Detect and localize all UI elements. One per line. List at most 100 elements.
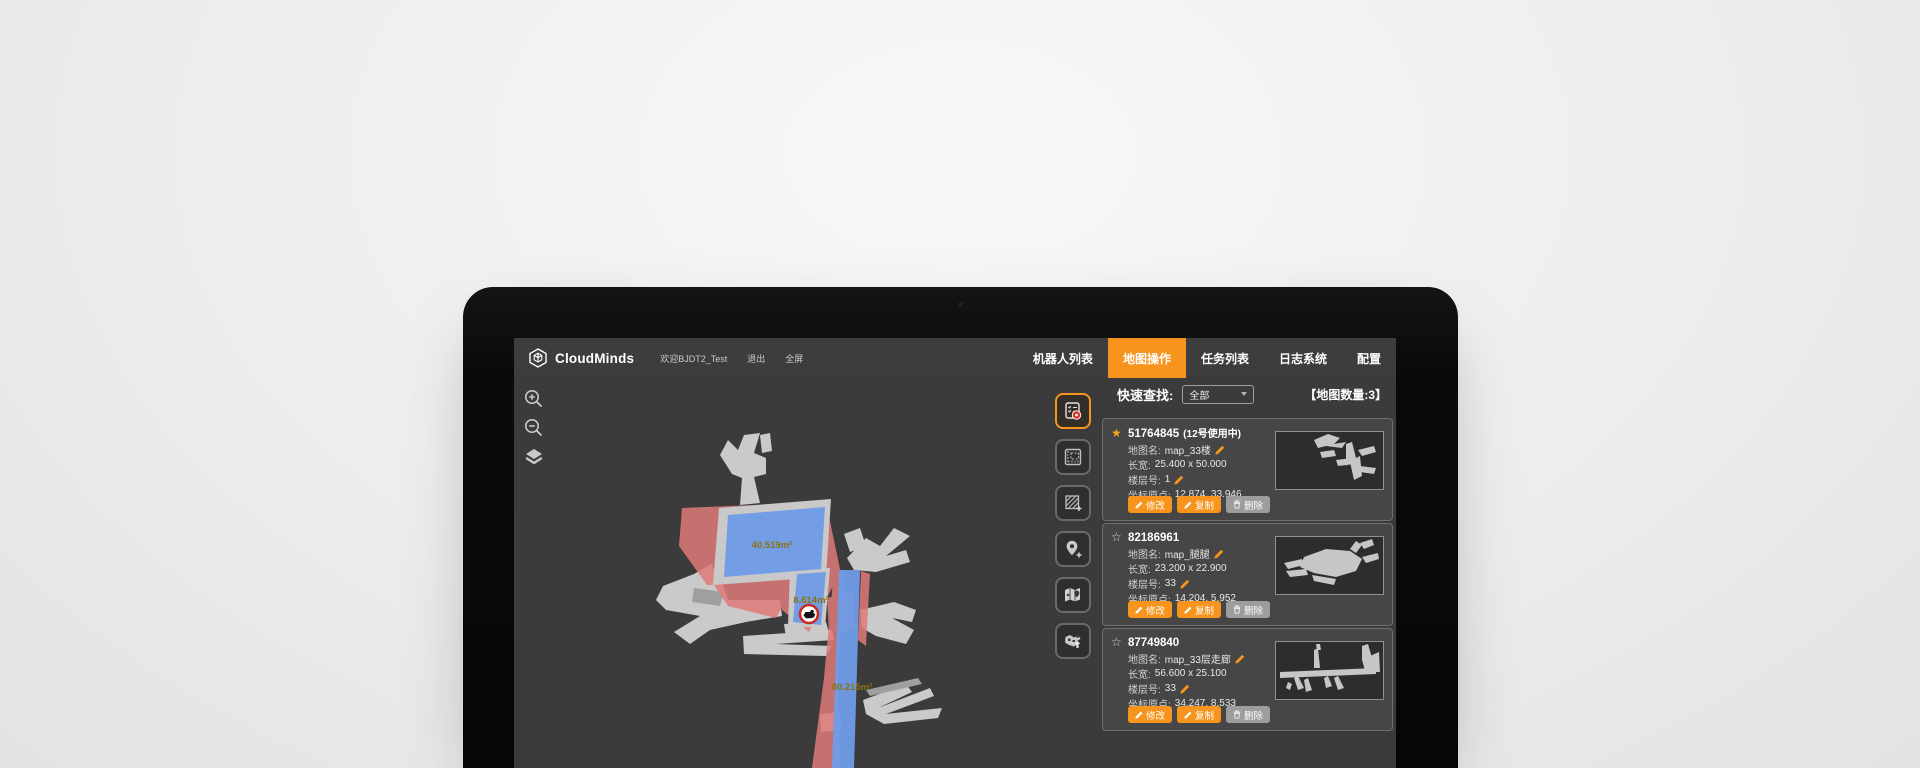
delete-map-button[interactable]: 删除 [1226, 601, 1270, 618]
trash-icon [1233, 710, 1241, 719]
floor-value: 1 [1165, 474, 1171, 485]
edit-map-button[interactable]: 修改 [1128, 496, 1172, 513]
copy-map-button[interactable]: 复制 [1177, 496, 1221, 513]
measure-area-icon [1062, 446, 1084, 468]
quick-search-label: 快速查找: [1117, 385, 1173, 404]
tool-measure-area[interactable] [1055, 439, 1091, 475]
laptop-frame: CloudMinds 欢迎BJDT2_Test 退出 全屏 机器人列表 地图操作… [463, 287, 1458, 768]
tool-map-marker[interactable] [1055, 577, 1091, 613]
edit-pencil-icon[interactable] [1174, 475, 1184, 485]
add-point-icon [1062, 538, 1084, 560]
navbar-spacer [803, 338, 1018, 378]
field-label-name: 地图名: [1128, 546, 1161, 561]
field-label-floor: 楼层号: [1128, 576, 1161, 591]
webcam-dot [958, 302, 963, 307]
field-label-name: 地图名: [1128, 651, 1161, 666]
map-name-value: map_腿腿 [1165, 546, 1210, 561]
robot-map[interactable]: 40.519m² 8.614m² 80.215m² [514, 378, 1100, 768]
favorite-star-icon[interactable]: ☆ [1111, 635, 1128, 649]
delete-map-button[interactable]: 删除 [1226, 706, 1270, 723]
map-status: (12号使用中) [1183, 425, 1241, 440]
trash-icon [1233, 500, 1241, 509]
field-label-name: 地图名: [1128, 442, 1161, 457]
delete-map-button[interactable]: 删除 [1226, 496, 1270, 513]
brand-name: CloudMinds [555, 351, 634, 366]
map-thumbnail[interactable] [1275, 641, 1384, 700]
tab-map-operation[interactable]: 地图操作 [1108, 338, 1186, 378]
edit-pencil-icon[interactable] [1235, 654, 1245, 664]
card-actions: 修改 复制 删除 [1128, 601, 1270, 618]
upload-map-icon [1062, 630, 1084, 652]
edit-pencil-icon[interactable] [1215, 445, 1225, 455]
map-zoom-controls [523, 388, 545, 468]
cloudminds-logo-icon [528, 348, 548, 368]
nav-tabs: 机器人列表 地图操作 任务列表 日志系统 配置 [1018, 338, 1396, 378]
top-navbar: CloudMinds 欢迎BJDT2_Test 退出 全屏 机器人列表 地图操作… [514, 338, 1396, 378]
map-canvas[interactable]: 40.519m² 8.614m² 80.215m² [514, 378, 1100, 768]
zoom-in-icon[interactable] [523, 388, 545, 410]
tab-robot-list[interactable]: 机器人列表 [1018, 338, 1108, 378]
map-marker-icon [1062, 584, 1084, 606]
favorite-star-icon[interactable]: ☆ [1111, 530, 1128, 544]
tool-add-virtual-wall[interactable] [1055, 485, 1091, 521]
tool-record-task-points[interactable] [1055, 393, 1091, 429]
pencil-icon [1184, 606, 1192, 614]
field-label-size: 长宽: [1128, 457, 1151, 472]
map-card[interactable]: ☆ 82186961 地图名:map_腿腿 长宽:23.200 x 22.900… [1102, 523, 1393, 626]
app-screen: CloudMinds 欢迎BJDT2_Test 退出 全屏 机器人列表 地图操作… [514, 338, 1396, 768]
field-label-size: 长宽: [1128, 666, 1151, 681]
card-actions: 修改 复制 删除 [1128, 496, 1270, 513]
fullscreen-link[interactable]: 全屏 [785, 352, 803, 365]
map-thumbnail-image [1276, 432, 1381, 487]
map-thumbnail[interactable] [1275, 431, 1384, 490]
edit-pencil-icon[interactable] [1180, 684, 1190, 694]
session-info: 欢迎BJDT2_Test 退出 全屏 [634, 338, 803, 378]
favorite-star-icon[interactable]: ★ [1111, 426, 1128, 440]
trash-icon [1233, 605, 1241, 614]
tab-log-system[interactable]: 日志系统 [1264, 338, 1342, 378]
zoom-out-icon[interactable] [523, 417, 545, 439]
panel-header: 快速查找: 全部 【地图数量:3】 [1100, 378, 1396, 410]
pencil-icon [1135, 711, 1143, 719]
map-id: 87749840 [1128, 637, 1179, 649]
pencil-icon [1135, 501, 1143, 509]
map-id: 51764845 [1128, 428, 1179, 440]
brand: CloudMinds [514, 338, 634, 378]
card-actions: 修改 复制 删除 [1128, 706, 1270, 723]
tab-settings[interactable]: 配置 [1342, 338, 1396, 378]
map-list-panel: 快速查找: 全部 【地图数量:3】 ★ 51764845 (12号使用中) [1100, 378, 1396, 768]
copy-map-button[interactable]: 复制 [1177, 706, 1221, 723]
virtual-wall-icon [1062, 492, 1084, 514]
task-points-icon [1062, 400, 1084, 422]
floor-value: 33 [1165, 683, 1176, 694]
floor-value: 33 [1165, 578, 1176, 589]
tab-task-list[interactable]: 任务列表 [1186, 338, 1264, 378]
map-card[interactable]: ★ 51764845 (12号使用中) 地图名: map_33楼 长宽: 25.40… [1102, 418, 1393, 521]
layers-icon[interactable] [523, 446, 545, 468]
map-name-value: map_33层走廊 [1165, 651, 1231, 666]
edit-pencil-icon[interactable] [1214, 549, 1224, 559]
edit-map-button[interactable]: 修改 [1128, 601, 1172, 618]
map-tools-toolbar [1055, 393, 1091, 659]
edit-map-button[interactable]: 修改 [1128, 706, 1172, 723]
quick-search-select[interactable]: 全部 [1182, 385, 1254, 404]
chevron-down-icon [1241, 392, 1247, 396]
map-thumbnail-image [1276, 642, 1381, 697]
map-card[interactable]: ☆ 87749840 地图名: map_33层走廊 长宽: 56.600 x 25.… [1102, 628, 1393, 731]
map-id: 82186961 [1128, 532, 1179, 544]
tool-add-point[interactable] [1055, 531, 1091, 567]
map-size-value: 25.400 x 50.000 [1155, 459, 1227, 470]
area-label-corridor: 80.215m² [832, 682, 873, 693]
field-label-size: 长宽: [1128, 561, 1151, 576]
map-card-list: ★ 51764845 (12号使用中) 地图名: map_33楼 长宽: 25.40… [1102, 418, 1393, 731]
robot-position-marker[interactable] [800, 605, 818, 623]
quick-search-selected-value: 全部 [1189, 387, 1209, 402]
map-thumbnail[interactable] [1275, 536, 1384, 595]
tool-upload-map[interactable] [1055, 623, 1091, 659]
pencil-icon [1135, 606, 1143, 614]
map-size-value: 56.600 x 25.100 [1155, 668, 1227, 679]
map-name-value: map_33楼 [1165, 442, 1211, 457]
logout-link[interactable]: 退出 [747, 352, 765, 365]
edit-pencil-icon[interactable] [1180, 579, 1190, 589]
copy-map-button[interactable]: 复制 [1177, 601, 1221, 618]
